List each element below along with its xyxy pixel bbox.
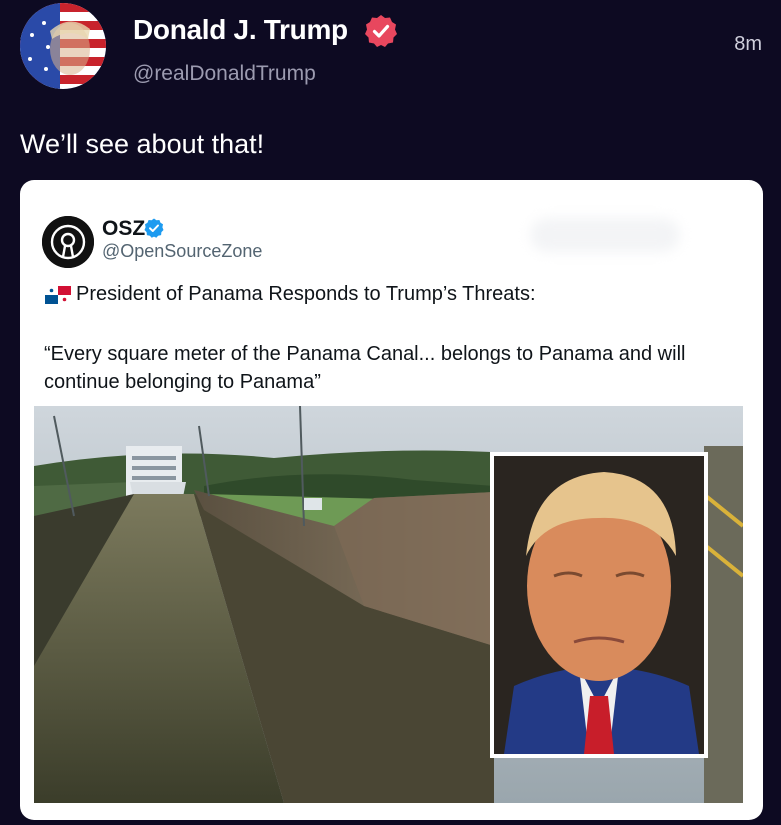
panama-canal-lock-photo (34, 406, 743, 803)
trump-portrait-photo (494, 456, 704, 754)
verified-badge-icon (144, 218, 164, 238)
author-name[interactable]: Donald J. Trump (133, 14, 348, 46)
panama-flag-icon (45, 286, 71, 304)
verified-badge-icon (365, 15, 397, 47)
quoted-author-name[interactable]: OSZ (102, 217, 145, 241)
blurred-area (530, 218, 680, 252)
quoted-author-avatar[interactable] (42, 216, 94, 268)
author-avatar[interactable] (20, 3, 106, 89)
quoted-author-handle[interactable]: @OpenSourceZone (102, 241, 262, 262)
post-header: Donald J. Trump @realDonaldTrump 8m (0, 0, 781, 110)
quoted-text: “Every square meter of the Panama Canal.… (44, 343, 686, 393)
author-handle[interactable]: @realDonaldTrump (133, 62, 316, 86)
post-text: We’ll see about that! (20, 129, 265, 159)
osz-logo-icon (42, 216, 94, 268)
quoted-media[interactable] (34, 406, 743, 803)
post-timestamp[interactable]: 8m (734, 33, 762, 56)
quoted-post-card[interactable]: OSZ @OpenSourceZone President of Panama … (20, 180, 763, 820)
flag-portrait-avatar-icon (20, 3, 106, 89)
quoted-headline: President of Panama Responds to Trump’s … (76, 283, 536, 305)
